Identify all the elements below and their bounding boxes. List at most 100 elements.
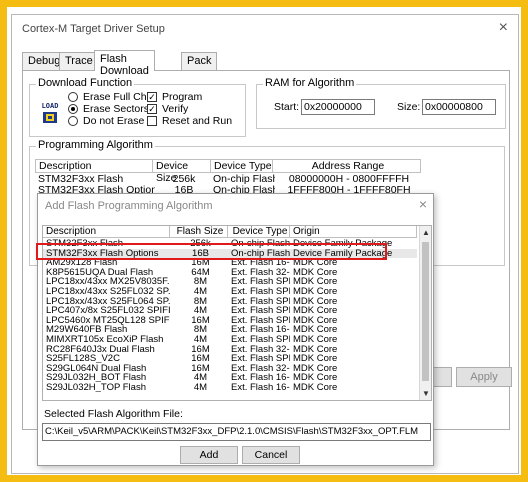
list-item[interactable]: MIMXRT105x EcoXiP Flash 4M Ext. Flash SPI M…: [43, 335, 417, 344]
col-address-range[interactable]: Address Range: [273, 159, 421, 173]
row-description: LPC5460x MT25QL128 SPIFI: [46, 315, 170, 325]
erase-sectors-radio[interactable]: Erase Sectors: [68, 103, 149, 115]
selected-file-path[interactable]: C:\Keil_v5\ARM\PACK\Keil\STM32F3xx_DFP\2…: [42, 423, 431, 441]
col-description[interactable]: Description: [43, 226, 170, 238]
row-origin: MDK Core: [293, 373, 338, 383]
col-origin[interactable]: Origin: [290, 226, 417, 238]
row-device-type: Ext. Flash 32-bit: [231, 344, 290, 354]
start-address-input[interactable]: 0x20000000: [301, 99, 375, 115]
apply-button[interactable]: Apply: [456, 367, 512, 387]
row-origin: MDK Core: [293, 325, 338, 335]
col-device-type[interactable]: Device Type: [211, 159, 273, 173]
row-flash-size: 8M: [193, 296, 208, 306]
list-item[interactable]: S29JL032H_BOT Flash 4M Ext. Flash 16-bitMD…: [43, 373, 417, 382]
col-device-size[interactable]: Device Size: [153, 159, 211, 184]
program-checkbox[interactable]: ✓ Program: [147, 91, 202, 103]
row-device-type: Ext. Flash SPI: [231, 306, 290, 316]
row-device-type: Ext. Flash 32-bit: [231, 363, 290, 373]
tab-trace[interactable]: Trace: [59, 52, 99, 70]
row-origin: MDK Core: [293, 354, 338, 364]
row-origin: MDK Core: [293, 258, 338, 268]
row-description: S29JL032H_BOT Flash: [46, 373, 147, 383]
row-flash-size: 16M: [191, 363, 210, 373]
row-origin: MDK Core: [293, 363, 338, 373]
ram-title: RAM for Algorithm: [263, 77, 357, 89]
algorithm-list[interactable]: Description Flash Size Device Type Origi…: [42, 225, 432, 401]
list-item[interactable]: M29W640FB Flash 8M Ext. Flash 16-bitMDK Co…: [43, 325, 417, 334]
scroll-up-icon[interactable]: ▲: [422, 228, 430, 237]
row-flash-size: 8M: [193, 277, 208, 287]
add-button[interactable]: Add: [180, 446, 238, 464]
row-flash-size: 16M: [191, 315, 210, 325]
list-item[interactable]: AM29x128 Flash 16M Ext. Flash 16-bitMDK Co…: [43, 258, 417, 267]
row-flash-size: 16M: [191, 354, 210, 364]
row-device-type: Ext. Flash 32-bit: [231, 267, 290, 277]
row-origin: Device Family Package: [293, 248, 393, 258]
cancel-button[interactable]: Cancel: [242, 446, 300, 464]
list-item[interactable]: LPC18xx/43xx MX25V8035F... 8M Ext. Flash S…: [43, 277, 417, 286]
list-item[interactable]: STM32F3xx Flash 256k On-chip Flash Device F…: [43, 239, 417, 248]
row-description: S25FL128S_V2C: [46, 354, 120, 364]
list-item[interactable]: LPC407x/8x S25FL032 SPIFI 4M Ext. Flash SP…: [43, 306, 417, 315]
row-origin: MDK Core: [293, 335, 338, 344]
list-item[interactable]: K8P5615UQA Dual Flash 64M Ext. Flash 32-bi…: [43, 268, 417, 277]
erase-full-chip-radio[interactable]: Erase Full Chip: [68, 91, 155, 103]
row-origin: MDK Core: [293, 287, 338, 296]
window-title: Cortex-M Target Driver Setup: [22, 23, 165, 35]
do-not-erase-radio[interactable]: Do not Erase: [68, 115, 144, 127]
load-icon-text: LOAD: [42, 102, 59, 110]
list-item[interactable]: STM32F3xx Flash Options 16B On-chip Flash D…: [43, 248, 417, 258]
load-icon: LOAD: [39, 99, 61, 125]
col-device-type[interactable]: Device Type: [228, 226, 290, 238]
row-device-type: On-chip Flash: [231, 239, 290, 248]
list-item[interactable]: LPC18xx/43xx S25FL064 SP... 8M Ext. Flash …: [43, 297, 417, 306]
window-titlebar: Cortex-M Target Driver Setup ×: [12, 15, 518, 43]
row-device-type: Ext. Flash SPI: [231, 296, 290, 306]
col-flash-size[interactable]: Flash Size: [170, 226, 228, 238]
row-flash-size: 4M: [193, 335, 208, 344]
row-origin: MDK Core: [293, 344, 338, 354]
list-item[interactable]: S29JL032H_TOP Flash 4M Ext. Flash 16-bitMD…: [43, 383, 417, 392]
row-device-type: Ext. Flash SPI: [231, 277, 290, 287]
list-item[interactable]: LPC18xx/43xx S25FL032 SP... 4M Ext. Flash …: [43, 287, 417, 296]
row-description: STM32F3xx Flash Options: [46, 248, 159, 258]
row-device-type: Ext. Flash SPI: [231, 335, 290, 344]
scroll-thumb[interactable]: [422, 242, 429, 381]
row-origin: MDK Core: [293, 267, 338, 277]
row-flash-size: 16B: [192, 248, 209, 258]
verify-checkbox[interactable]: ✓ Verify: [147, 103, 188, 115]
row-description: RC28F640J3x Dual Flash: [46, 344, 155, 354]
row-flash-size: 4M: [193, 287, 208, 296]
row-flash-size: 16M: [191, 344, 210, 354]
row-device-type: Ext. Flash SPI: [231, 354, 290, 364]
list-item[interactable]: S29GL064N Dual Flash 16M Ext. Flash 32-bit…: [43, 364, 417, 373]
close-icon[interactable]: ×: [499, 19, 508, 37]
algorithm-list-header: Description Flash Size Device Type Origi…: [43, 226, 417, 238]
row-flash-size: 256k: [190, 239, 211, 248]
row-device-type: Ext. Flash SPI: [231, 287, 290, 296]
table-row[interactable]: STM32F3xx Flash 256k On-chip Flash 08000…: [38, 174, 423, 185]
list-item[interactable]: LPC5460x MT25QL128 SPIFI 16M Ext. Flash SP…: [43, 316, 417, 325]
row-description: K8P5615UQA Dual Flash: [46, 267, 154, 277]
tab-pack[interactable]: Pack: [181, 52, 218, 70]
row-origin: MDK Core: [293, 306, 338, 316]
row-description: LPC18xx/43xx S25FL032 SP...: [46, 287, 170, 296]
start-label: Start:: [274, 101, 300, 113]
list-item[interactable]: S25FL128S_V2C 16M Ext. Flash SPI MDK Core: [43, 354, 417, 363]
reset-and-run-checkbox[interactable]: Reset and Run: [147, 115, 232, 127]
dialog-close-icon[interactable]: ×: [419, 196, 427, 212]
row-description: AM29x128 Flash: [46, 258, 118, 268]
programming-algorithm-title: Programming Algorithm: [36, 139, 155, 151]
row-device-type: Ext. Flash SPI: [231, 315, 290, 325]
dialog-title: Add Flash Programming Algorithm: [45, 200, 213, 212]
row-device-type: On-chip Flash: [231, 248, 290, 258]
row-description: LPC18xx/43xx S25FL064 SP...: [46, 296, 170, 306]
list-scrollbar[interactable]: ▲ ▼: [419, 226, 431, 400]
list-item[interactable]: RC28F640J3x Dual Flash 16M Ext. Flash 32-b…: [43, 345, 417, 354]
row-device-type: Ext. Flash 16-bit: [231, 383, 290, 392]
tab-flash-download[interactable]: Flash Download: [94, 50, 155, 77]
size-input[interactable]: 0x00000800: [422, 99, 496, 115]
col-description[interactable]: Description: [35, 159, 153, 173]
row-description: LPC18xx/43xx MX25V8035F...: [46, 277, 170, 287]
scroll-down-icon[interactable]: ▼: [422, 389, 430, 398]
